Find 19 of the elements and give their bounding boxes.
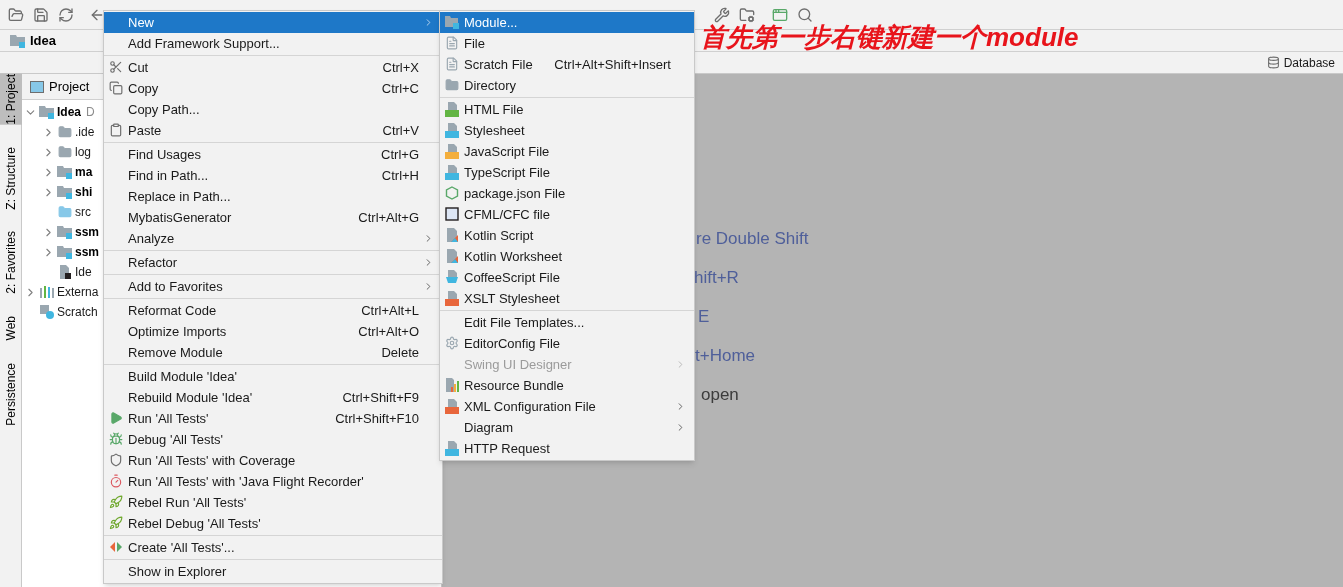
tree-label: src — [75, 204, 91, 221]
tree-path: D — [86, 104, 95, 121]
tree-label: ssm — [75, 224, 100, 241]
tree-label: ma — [75, 164, 93, 181]
tree-label: .ide — [75, 124, 95, 141]
editor-hint: t+Home — [695, 345, 755, 363]
editor-hint: re Double Shift — [696, 228, 809, 246]
editor-hint: E — [698, 306, 710, 324]
tree-label: Externa — [57, 284, 99, 301]
editor-hint: open — [701, 384, 739, 402]
tree-label: log — [75, 144, 91, 161]
editor-hint: hift+R — [694, 267, 739, 285]
tree-label: Ide — [75, 264, 92, 281]
annotation-text: 首先第一步右键新建一个module — [700, 24, 1079, 50]
panel-title: Project — [49, 77, 90, 96]
tree-label: Idea — [57, 104, 81, 121]
tree-label: shi — [75, 184, 93, 201]
tree-label: Scratch — [57, 304, 98, 321]
tree-label: ssm — [75, 244, 100, 261]
